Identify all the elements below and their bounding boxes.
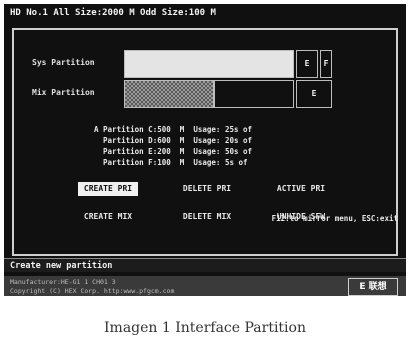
- sys-partition-cell-f[interactable]: F: [320, 50, 332, 78]
- mix-partition-label: Mix Partition: [32, 88, 95, 97]
- partition-row-e[interactable]: Partition E:200 M Usage: 50s of: [94, 146, 344, 157]
- partition-list: A Partition C:500 M Usage: 25s of Partit…: [94, 124, 344, 168]
- partition-row-d[interactable]: Partition D:600 M Usage: 20s of: [94, 135, 344, 146]
- brand-logo: E 联想: [348, 278, 398, 296]
- mix-partition-bar-used[interactable]: [124, 80, 214, 108]
- partition-row-c[interactable]: A Partition C:500 M Usage: 25s of: [94, 124, 344, 135]
- sys-partition-bar[interactable]: [124, 50, 294, 78]
- disk-info-bar: HD No.1 All Size:2000 M Odd Size:100 M: [10, 8, 216, 18]
- footer-bar: Manufacturer:HE-G1 1 CH01 3 Copyright (C…: [4, 276, 406, 296]
- status-bar: Create new partition: [4, 258, 406, 272]
- sys-partition-label: Sys Partition: [32, 58, 95, 67]
- active-pri-button[interactable]: ACTIVE PRI: [270, 182, 332, 196]
- footer-copyright: Copyright (C) HEX Corp. http:www.pfgcm.c…: [10, 287, 175, 295]
- key-hint: F12:to mirror menu, ESC:exit: [271, 214, 398, 223]
- sys-partition-cell-e[interactable]: E: [296, 50, 318, 78]
- mix-partition-cell-e[interactable]: E: [296, 80, 332, 108]
- mix-partition-bar-free[interactable]: [214, 80, 294, 108]
- delete-mix-button[interactable]: DELETE MIX: [176, 210, 238, 224]
- create-pri-button[interactable]: CREATE PRI: [78, 182, 138, 196]
- footer-manufacturer: Manufacturer:HE-G1 1 CH01 3: [10, 278, 116, 286]
- image-caption: Imagen 1 Interface Partition: [104, 320, 306, 336]
- bios-screen: HD No.1 All Size:2000 M Odd Size:100 M S…: [4, 4, 406, 296]
- create-mix-button[interactable]: CREATE MIX: [78, 210, 138, 224]
- partition-row-f[interactable]: Partition F:100 M Usage: 5s of: [94, 157, 344, 168]
- delete-pri-button[interactable]: DELETE PRI: [176, 182, 238, 196]
